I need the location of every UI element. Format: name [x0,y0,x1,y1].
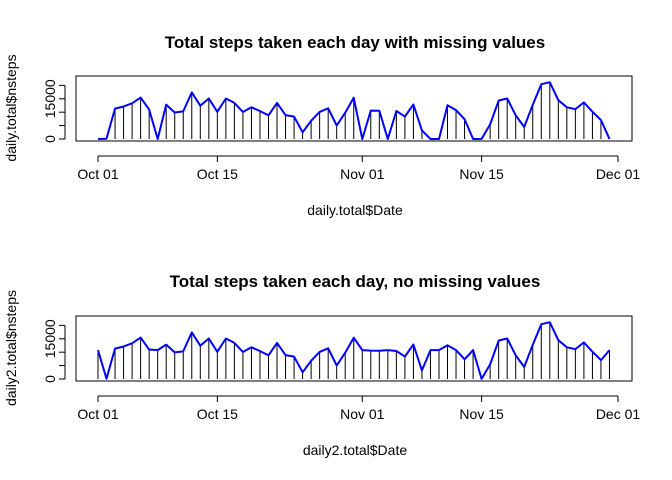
x-tick-label: Oct 15 [197,406,238,422]
x-tick-label: Nov 15 [459,406,504,422]
y-tick-label: 0 [42,135,58,143]
bottom-panel: Total steps taken each day, no missing v… [3,272,640,458]
chart-figure: Total steps taken each day with missing … [3,33,640,458]
x-axis: Oct 01 Oct 15 Nov 01 Nov 15 Dec 01 [77,395,641,422]
y-axis: 0 15000 [42,319,66,383]
x-tick-label: Dec 01 [596,406,641,422]
x-tick-label: Nov 01 [340,406,385,422]
chart-title: Total steps taken each day with missing … [165,33,545,52]
y-axis-label: daily2.total$nsteps [3,290,19,406]
x-axis: Oct 01 Oct 15 Nov 01 Nov 15 Dec 01 [77,155,641,182]
x-tick-label: Nov 15 [459,166,504,182]
y-tick-label: 15000 [42,79,58,118]
x-tick-label: Oct 15 [197,166,238,182]
marks [97,81,611,140]
x-tick-label: Oct 01 [77,166,118,182]
x-tick-label: Oct 01 [77,406,118,422]
y-tick-label: 15000 [42,319,58,358]
x-tick-label: Nov 01 [340,166,385,182]
y-axis-label: daily.total$nsteps [3,54,19,161]
marks [97,321,611,380]
x-axis-label: daily.total$Date [307,202,403,218]
y-tick-label: 0 [42,375,58,383]
x-tick-label: Dec 01 [596,166,641,182]
top-panel: Total steps taken each day with missing … [3,33,640,218]
y-axis: 0 15000 [42,79,66,143]
chart-title: Total steps taken each day, no missing v… [170,272,541,291]
x-axis-label: daily2.total$Date [303,442,408,458]
